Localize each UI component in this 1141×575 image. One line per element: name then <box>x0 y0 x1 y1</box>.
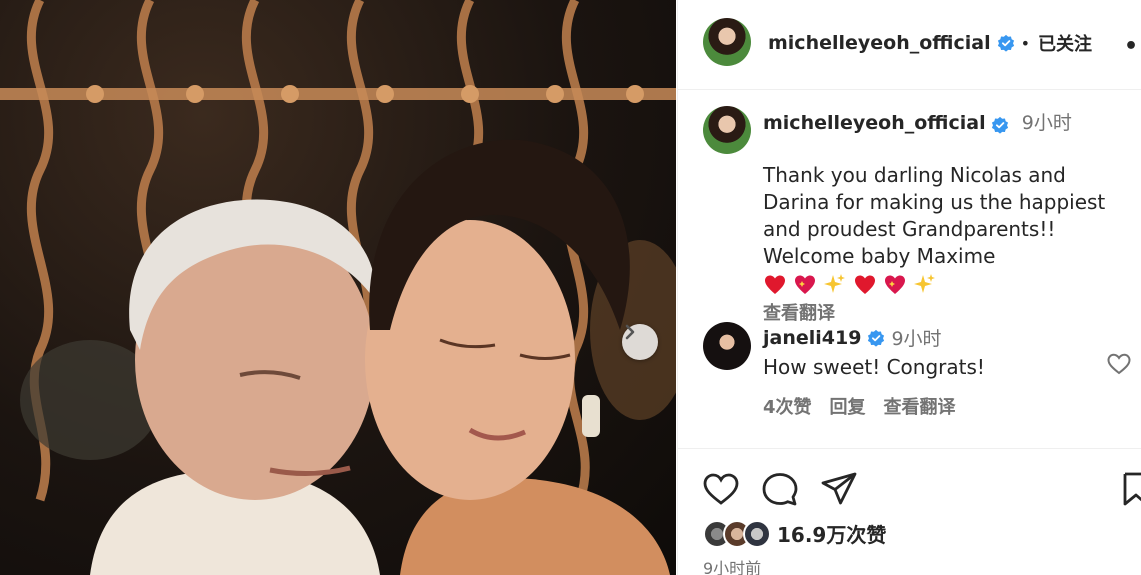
commenter-avatar[interactable] <box>703 322 751 370</box>
post-actions: 16.9万次赞 9小时前 <box>678 448 1141 575</box>
comment-body: janeli419 9小时 How sweet! Congrats! 4次赞 回… <box>763 324 1093 419</box>
red-heart-icon <box>855 275 875 294</box>
comment-time[interactable]: 9小时 <box>891 324 941 351</box>
next-image-button[interactable] <box>622 324 658 360</box>
caption-body: michelleyeoh_official 9小时 Thank you darl… <box>763 108 1118 325</box>
like-icon[interactable] <box>702 471 740 507</box>
commenter-username[interactable]: janeli419 <box>763 327 861 349</box>
verified-badge-icon <box>868 329 885 347</box>
photo-scene <box>0 0 676 575</box>
post-side-panel: michelleyeoh_official • 已关注 •• michelley… <box>677 0 1141 575</box>
sparkling-heart-icon <box>795 275 815 294</box>
next-image-icon <box>625 324 635 340</box>
author-username[interactable]: michelleyeoh_official <box>768 32 991 54</box>
liker-avatar <box>743 519 771 548</box>
post-photo <box>0 0 676 575</box>
likes-summary[interactable]: 16.9万次赞 <box>703 519 886 548</box>
post-time-ago[interactable]: 9小时前 <box>703 555 761 575</box>
more-options-icon[interactable]: •• <box>1124 34 1141 59</box>
comment-reply-button[interactable]: 回复 <box>830 393 866 419</box>
caption-emojis <box>763 273 937 297</box>
red-heart-icon <box>765 275 785 294</box>
bookmark-icon[interactable] <box>1122 471 1141 507</box>
caption-avatar[interactable] <box>703 106 751 154</box>
sparkles-icon <box>824 273 845 293</box>
comment-icon[interactable] <box>762 471 798 507</box>
verified-badge-icon <box>997 34 1014 52</box>
comment-like-icon[interactable] <box>1106 352 1132 376</box>
caption-username[interactable]: michelleyeoh_official <box>763 112 986 134</box>
post-header: michelleyeoh_official • 已关注 •• <box>678 0 1141 90</box>
likes-count[interactable]: 16.9万次赞 <box>777 519 886 548</box>
follow-button[interactable]: 已关注 <box>1038 30 1092 56</box>
header-separator: • <box>1020 33 1031 53</box>
author-avatar[interactable] <box>703 18 751 66</box>
share-icon[interactable] <box>820 471 858 507</box>
caption-text: Thank you darling Nicolas and Darina for… <box>763 163 1106 268</box>
comment-likes-link[interactable]: 4次赞 <box>763 393 812 419</box>
verified-badge-icon <box>991 116 1008 134</box>
sparkles-icon <box>914 273 935 293</box>
comment-text: How sweet! Congrats! <box>763 355 985 379</box>
sparkling-heart-icon <box>885 275 905 294</box>
header-user-row: michelleyeoh_official • 已关注 <box>768 30 1092 56</box>
caption-time[interactable]: 9小时 <box>1022 112 1072 134</box>
comment-item: janeli419 9小时 How sweet! Congrats! 4次赞 回… <box>678 318 1141 418</box>
comment-translate-link[interactable]: 查看翻译 <box>884 393 956 419</box>
